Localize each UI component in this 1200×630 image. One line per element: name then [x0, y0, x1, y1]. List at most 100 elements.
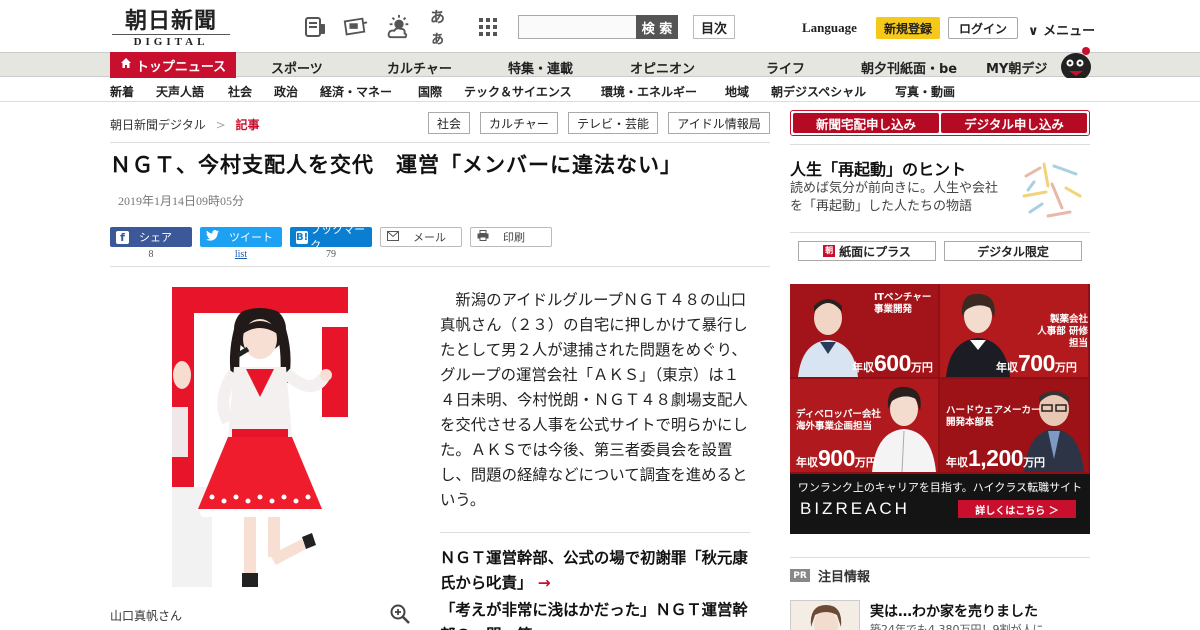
related-article-link[interactable]: 「考えが非常に浅はかだった」ＮＧＴ運営幹部の一問一答	[440, 598, 752, 630]
nav-item-opinion[interactable]: オピニオン	[630, 58, 695, 77]
ad-salary: 年収700万円	[996, 350, 1077, 376]
subnav-item-special[interactable]: 朝デジスペシャル	[771, 83, 866, 100]
pr-section-title: 注目情報	[818, 570, 871, 585]
pr-thumbnail[interactable]	[790, 600, 860, 630]
twitter-list-link[interactable]: list	[200, 249, 282, 260]
home-icon	[120, 57, 132, 73]
hatena-bookmark-button[interactable]: B! ブックマーク	[290, 223, 372, 252]
breadcrumb-root[interactable]: 朝日新聞デジタル	[110, 118, 206, 132]
ad-catchphrase: ワンランク上のキャリアを目指す。ハイクラス転職サイト	[797, 481, 1083, 494]
search-input[interactable]	[518, 15, 638, 39]
main-nav: トップニュース スポーツ カルチャー 特集・連載 オピニオン ライフ 朝夕刊紙面…	[0, 47, 1200, 81]
search-button[interactable]: 検 索	[636, 15, 678, 39]
digital-subscribe-button[interactable]: デジタル申し込み	[941, 113, 1087, 133]
ad-cell: ITベンチャー 事業開発 年収600万円	[790, 284, 938, 377]
subnav-item-environment[interactable]: 環境・エネルギー	[601, 83, 697, 100]
print-icon	[477, 230, 489, 244]
breadcrumb-separator: >	[215, 118, 226, 132]
subnav-item-region[interactable]: 地域	[725, 83, 749, 100]
subnav-item-international[interactable]: 国際	[418, 83, 442, 100]
related-article-link[interactable]: ＮＧＴ運営幹部、公式の場で初謝罪「秋元康氏から叱責」 →	[440, 546, 752, 596]
pr-subtext: 築24年でも4,380万円！9割が人に	[870, 623, 1044, 630]
language-link[interactable]: Language	[802, 20, 857, 36]
paper-plus-label: 紙面にプラス	[839, 244, 911, 259]
newspaper-delivery-button[interactable]: 新聞宅配申し込み	[793, 113, 939, 133]
register-button[interactable]: 新規登録	[876, 17, 940, 39]
hatena-icon: B!	[296, 230, 309, 244]
arrow-right-icon: →	[537, 574, 551, 592]
ad-cta-button[interactable]: 詳しくはこちら ＞	[958, 500, 1076, 518]
subnav-item-photo[interactable]: 写真・動画	[895, 83, 955, 100]
facebook-share-button[interactable]: f シェア	[110, 227, 192, 247]
menu-label: メニュー	[1043, 24, 1096, 39]
feature-title[interactable]: 人生「再起動」のヒント	[790, 156, 966, 180]
nav-item-features[interactable]: 特集・連載	[508, 58, 573, 77]
subnav-item-tech[interactable]: テック＆サイエンス	[464, 83, 572, 100]
paper-plus-button[interactable]: 朝 紙面にプラス	[798, 241, 936, 261]
tag-tv-entertainment[interactable]: テレビ・芸能	[568, 112, 658, 134]
subnav-item-economy[interactable]: 経済・マネー	[320, 83, 392, 100]
toc-button[interactable]: 目次	[693, 15, 735, 39]
paper-icon[interactable]	[302, 14, 328, 40]
nav-item-my-asadigi[interactable]: MY朝デジ	[986, 58, 1047, 77]
sub-nav: 新着 天声人語 社会 政治 経済・マネー 国際 テック＆サイエンス 環境・エネル…	[0, 78, 1200, 102]
divider	[790, 144, 1090, 145]
article-photo[interactable]	[172, 287, 348, 587]
bizreach-ad[interactable]: ITベンチャー 事業開発 年収600万円 製薬会社 人事部 研修担当 年収700…	[790, 284, 1090, 534]
facebook-label: シェア	[139, 231, 172, 244]
subnav-item-politics[interactable]: 政治	[274, 83, 298, 100]
ad-cell: ディベロッパー会社 海外事業企画担当 年収900万円	[790, 379, 938, 472]
tag-society[interactable]: 社会	[428, 112, 470, 134]
divider	[790, 232, 1090, 233]
reboot-illustration-icon[interactable]	[1018, 156, 1084, 222]
tag-culture[interactable]: カルチャー	[480, 112, 558, 134]
ad-cell: 製薬会社 人事部 研修担当 年収700万円	[940, 284, 1088, 377]
tag-idol[interactable]: アイドル情報局	[668, 112, 770, 134]
mail-icon	[387, 230, 399, 244]
nav-item-sports[interactable]: スポーツ	[271, 58, 323, 77]
divider	[440, 532, 750, 533]
photo-caption: 山口真帆さん	[110, 609, 183, 623]
newspaper-badge-icon: 朝	[823, 245, 836, 257]
breadcrumb: 朝日新聞デジタル > 記事	[110, 116, 260, 133]
divider	[790, 557, 1090, 558]
site-logo[interactable]: 朝日新聞 DIGITAL	[112, 8, 230, 48]
nav-item-culture[interactable]: カルチャー	[387, 58, 452, 77]
related-article-title: 「考えが非常に浅はかだった」ＮＧＴ運営幹部の一問一答	[440, 601, 748, 630]
nav-item-life[interactable]: ライフ	[766, 58, 805, 77]
twitter-tweet-button[interactable]: ツイート	[200, 227, 282, 247]
article-title: ＮＧＴ、今村支配人を交代 運営「メンバーに違法ない」	[110, 153, 682, 177]
weather-icon[interactable]	[386, 14, 412, 40]
print-button[interactable]: 印刷	[470, 227, 552, 247]
breadcrumb-current: 記事	[235, 118, 260, 132]
mail-label: メール	[413, 231, 446, 244]
mail-button[interactable]: メール	[380, 227, 462, 247]
newspaper-icon[interactable]	[342, 14, 368, 40]
ad-role: ハードウェアメーカー 開発本部長	[946, 405, 1041, 428]
mascot-icon[interactable]	[1056, 45, 1094, 81]
ad-brand-logo: BIZREACH	[800, 499, 910, 518]
ad-role: ディベロッパー会社 海外事業企画担当	[796, 409, 881, 432]
menu-button[interactable]: ∨ メニュー	[1028, 20, 1095, 39]
digital-only-button[interactable]: デジタル限定	[944, 241, 1082, 261]
zoom-in-icon[interactable]	[390, 604, 410, 624]
ad-role: ITベンチャー 事業開発	[874, 292, 932, 315]
grid-icon[interactable]	[475, 14, 501, 40]
font-size-icon[interactable]: あぁ	[430, 8, 456, 47]
divider	[110, 142, 770, 143]
facebook-count: 8	[148, 249, 154, 260]
subnav-item-tenseijingo[interactable]: 天声人語	[156, 83, 204, 100]
hatena-count: 79	[326, 249, 336, 260]
subnav-item-latest[interactable]: 新着	[110, 83, 134, 100]
logo-japanese: 朝日新聞	[124, 8, 217, 34]
ad-salary: 年収1,200万円	[946, 445, 1046, 471]
nav-item-paper[interactable]: 朝夕刊紙面・be	[861, 58, 957, 77]
print-label: 印刷	[503, 231, 525, 244]
subnav-item-society[interactable]: 社会	[228, 83, 252, 100]
site-header: 朝日新聞 DIGITAL あぁ 検 索 目次 Language 新規登録 ログイ…	[0, 0, 1200, 52]
pr-headline[interactable]: 実は…わか家を売りました	[870, 601, 1038, 621]
facebook-icon: f	[116, 230, 129, 244]
login-button[interactable]: ログイン	[948, 17, 1018, 39]
article-date: 2019年1月14日09時05分	[118, 194, 245, 208]
nav-item-top-news[interactable]: トップニュース	[110, 52, 236, 78]
